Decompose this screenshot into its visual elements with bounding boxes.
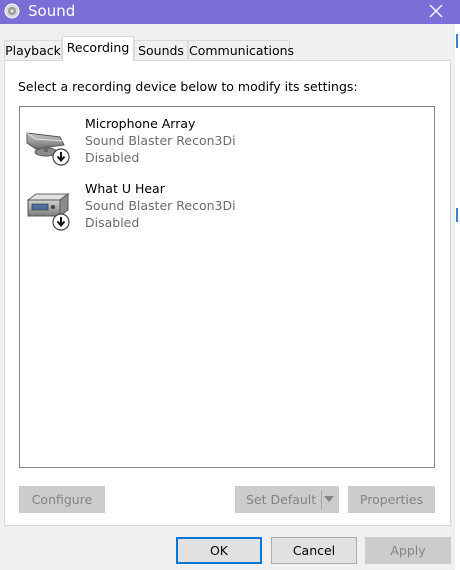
set-default-label: Set Default <box>246 492 317 507</box>
recording-panel: Select a recording device below to modif… <box>4 60 451 526</box>
speaker-icon <box>4 3 20 19</box>
ok-button[interactable]: OK <box>176 537 262 564</box>
apply-button[interactable]: Apply <box>365 537 451 564</box>
properties-button[interactable]: Properties <box>348 486 435 513</box>
device-driver: Sound Blaster Recon3Di <box>85 198 236 213</box>
instruction-text: Select a recording device below to modif… <box>18 79 358 94</box>
device-list[interactable]: Microphone Array Sound Blaster Recon3Di … <box>19 106 435 468</box>
device-info: Microphone Array Sound Blaster Recon3Di … <box>85 115 236 166</box>
device-name: What U Hear <box>85 181 165 196</box>
edge-mark <box>456 34 458 48</box>
cancel-button[interactable]: Cancel <box>271 537 357 564</box>
line-in-device-icon <box>26 193 70 231</box>
device-status: Disabled <box>85 150 140 165</box>
sound-dialog: Sound Playback Recording Sounds Communic… <box>0 0 460 570</box>
window-title: Sound <box>28 2 76 20</box>
title-bar[interactable]: Sound <box>0 0 460 24</box>
list-item[interactable]: What U Hear Sound Blaster Recon3Di Disab… <box>20 178 434 242</box>
device-info: What U Hear Sound Blaster Recon3Di Disab… <box>85 180 236 231</box>
device-status: Disabled <box>85 215 140 230</box>
edge-mark <box>456 208 458 222</box>
tab-recording[interactable]: Recording <box>62 36 134 61</box>
chevron-down-icon[interactable] <box>324 496 334 502</box>
microphone-device-icon <box>26 132 70 166</box>
tab-communications[interactable]: Communications <box>188 40 294 59</box>
tab-playback[interactable]: Playback <box>4 40 62 59</box>
tab-sounds[interactable]: Sounds <box>134 40 188 59</box>
close-button[interactable] <box>420 0 452 22</box>
device-name: Microphone Array <box>85 116 196 131</box>
set-default-button[interactable]: Set Default <box>235 486 339 513</box>
close-icon <box>429 4 443 18</box>
device-driver: Sound Blaster Recon3Di <box>85 133 236 148</box>
list-item[interactable]: Microphone Array Sound Blaster Recon3Di … <box>20 113 434 177</box>
split-separator <box>321 490 322 509</box>
background-window-edge <box>455 24 460 570</box>
configure-button[interactable]: Configure <box>19 486 105 513</box>
